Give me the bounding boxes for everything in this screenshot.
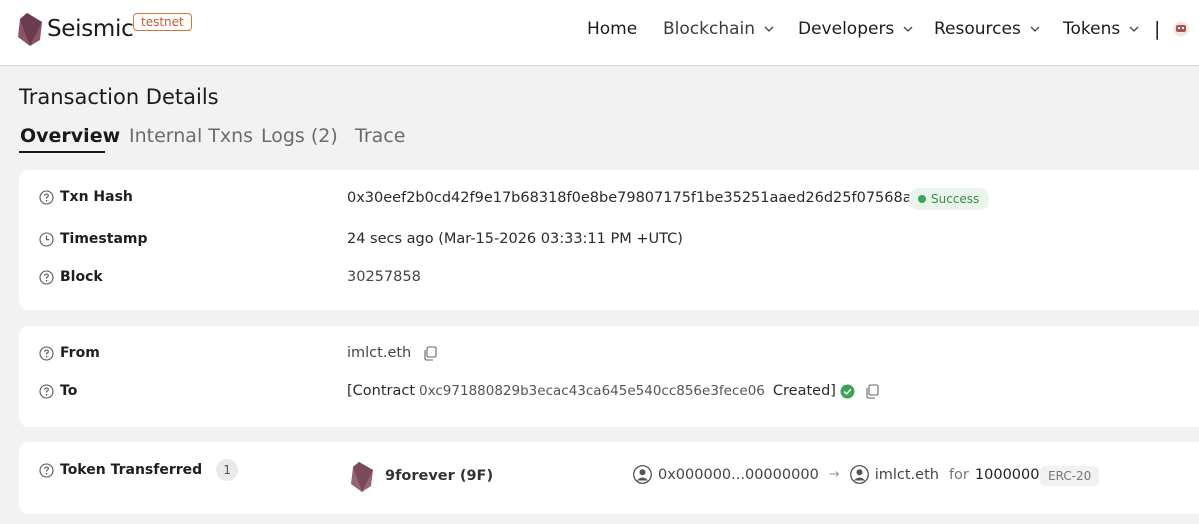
- address-avatar-icon: [633, 465, 652, 484]
- chevron-down-icon: [903, 26, 913, 32]
- clock-icon: [39, 231, 54, 247]
- transfer-details: 0x000000...00000000 → imlct.eth for 1000…: [633, 465, 1058, 484]
- from-label-row: From: [39, 345, 100, 361]
- chevron-down-icon: [1030, 26, 1040, 32]
- block-link[interactable]: 30257858: [347, 269, 421, 285]
- to-label-row: To: [39, 383, 77, 399]
- block-label-row: Block: [39, 269, 103, 285]
- nav-developers[interactable]: Developers: [798, 19, 914, 39]
- token-logo-icon: [351, 462, 373, 492]
- overview-card: Txn Hash 0x30eef2b0cd42f9e17b68318f0e8be…: [19, 170, 1199, 310]
- page-title: Transaction Details: [19, 85, 219, 109]
- timestamp-label: Timestamp: [60, 231, 148, 247]
- from-row: imlct.eth: [347, 345, 437, 361]
- nav-tokens-label: Tokens: [1063, 19, 1121, 39]
- nav-developers-label: Developers: [798, 19, 895, 39]
- txn-hash-label-row: Txn Hash: [39, 189, 133, 205]
- verified-check-icon: [840, 384, 855, 398]
- help-icon[interactable]: [39, 462, 54, 478]
- nav-separator: |: [1154, 18, 1161, 40]
- brand-name[interactable]: Seismic: [47, 16, 134, 42]
- nav-resources[interactable]: Resources: [934, 19, 1041, 39]
- chevron-down-icon: [764, 26, 774, 32]
- nav-tokens[interactable]: Tokens: [1063, 19, 1140, 39]
- txn-hash-value: 0x30eef2b0cd42f9e17b68318f0e8be79807175f…: [347, 190, 931, 206]
- token-count-badge: 1: [216, 459, 239, 481]
- parties-card: From imlct.eth To [Contract 0xc971880829…: [19, 326, 1199, 427]
- contract-address-link[interactable]: 0xc971880829b3ecac43ca645e540cc856e3fece…: [419, 383, 765, 399]
- block-label: Block: [60, 269, 103, 285]
- top-header: Seismic testnet Home Blockchain Develope…: [0, 0, 1199, 66]
- tab-internal-txns[interactable]: Internal Txns: [129, 125, 253, 147]
- txn-hash-row: 0x30eef2b0cd42f9e17b68318f0e8be79807175f…: [347, 190, 954, 206]
- for-label: for: [948, 466, 969, 483]
- help-icon[interactable]: [39, 189, 54, 205]
- to-suffix: Created]: [772, 383, 836, 399]
- tab-overview[interactable]: Overview: [20, 125, 120, 147]
- token-name-link[interactable]: 9forever (9F): [385, 468, 493, 484]
- arrow-right-icon: →: [828, 467, 840, 482]
- nav-home[interactable]: Home: [587, 19, 637, 39]
- help-icon[interactable]: [39, 269, 54, 285]
- chevron-down-icon: [1129, 26, 1139, 32]
- nav-blockchain[interactable]: Blockchain: [663, 19, 775, 39]
- status-dot-icon: [918, 195, 926, 203]
- transfer-to-address[interactable]: imlct.eth: [875, 467, 939, 483]
- tab-logs[interactable]: Logs (2): [261, 125, 338, 147]
- timestamp-value: 24 secs ago (Mar-15-2026 03:33:11 PM +UT…: [347, 231, 683, 247]
- timestamp-label-row: Timestamp: [39, 231, 148, 247]
- testnet-badge: testnet: [133, 13, 192, 31]
- copy-icon[interactable]: [423, 345, 437, 361]
- nav-home-label: Home: [587, 19, 638, 39]
- to-prefix: [Contract: [347, 383, 416, 399]
- from-label: From: [60, 345, 100, 361]
- to-row: [Contract 0xc971880829b3ecac43ca645e540c…: [347, 383, 879, 399]
- active-tab-indicator: [19, 151, 105, 153]
- status-text: Success: [931, 192, 980, 206]
- address-avatar-icon: [849, 465, 869, 484]
- to-label: To: [60, 383, 78, 399]
- from-address-link[interactable]: imlct.eth: [347, 345, 411, 361]
- status-badge: Success: [909, 188, 990, 210]
- nav-blockchain-label: Blockchain: [663, 19, 756, 39]
- token-standard-badge: ERC-20: [1040, 466, 1100, 486]
- token-transferred-label: Token Transferred: [60, 462, 203, 478]
- txn-hash-label: Txn Hash: [60, 189, 133, 205]
- seismic-logo-icon[interactable]: [18, 13, 42, 46]
- transfer-from-address[interactable]: 0x000000...00000000: [658, 467, 819, 483]
- nav-resources-label: Resources: [934, 19, 1021, 39]
- user-avatar-icon[interactable]: [1173, 21, 1189, 37]
- help-icon[interactable]: [39, 383, 54, 399]
- token-transferred-label-row: Token Transferred 1: [39, 459, 239, 481]
- copy-icon[interactable]: [865, 383, 879, 399]
- tab-trace[interactable]: Trace: [355, 125, 405, 147]
- token-transfer-card: Token Transferred 1 9forever (9F) 0x0000…: [19, 442, 1199, 514]
- help-icon[interactable]: [39, 345, 54, 361]
